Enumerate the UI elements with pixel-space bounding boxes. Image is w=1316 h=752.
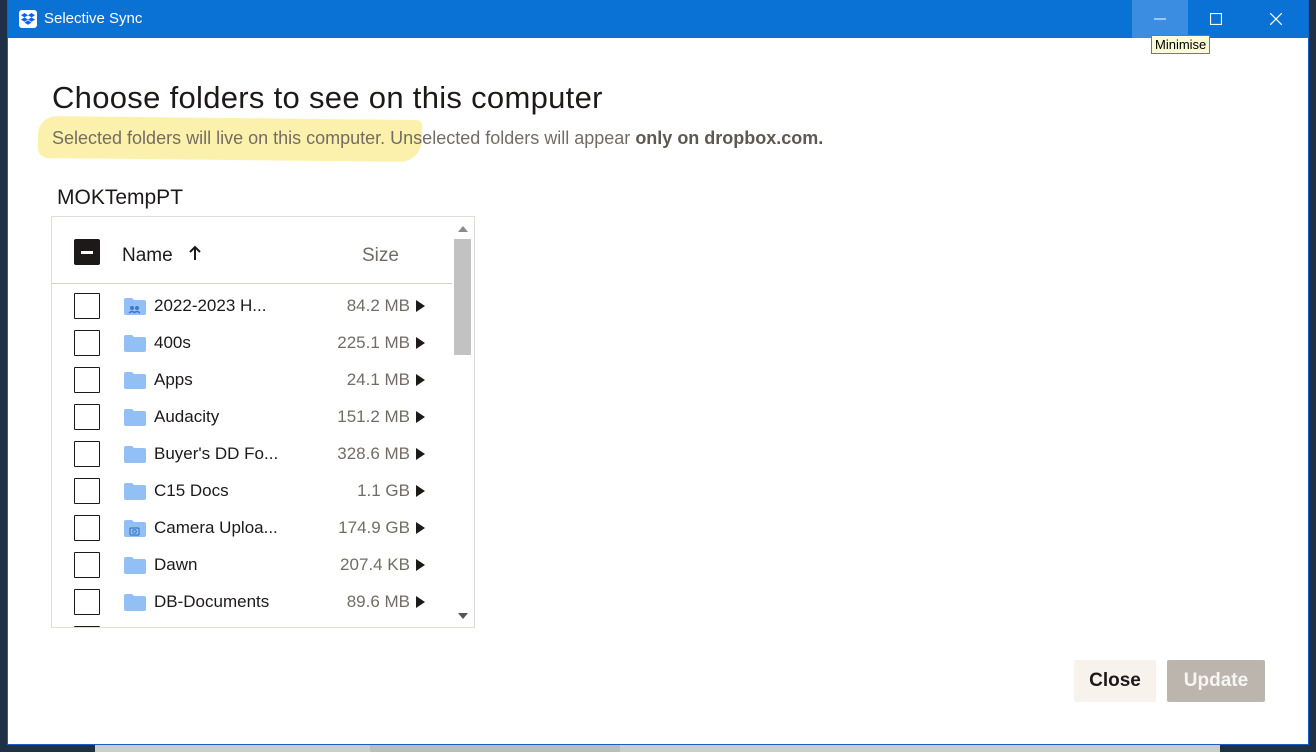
table-row[interactable]: Dawn 207.4 KB (52, 548, 452, 585)
close-button[interactable]: Close (1074, 660, 1156, 702)
scroll-down-arrow-icon[interactable] (458, 613, 468, 619)
folder-icon (124, 372, 146, 394)
table-row[interactable]: C15 Docs 1.1 GB (52, 474, 452, 511)
table-row[interactable]: Audacity 151.2 MB (52, 400, 452, 437)
close-window-button[interactable] (1248, 0, 1304, 38)
scrollbar-thumb[interactable] (454, 239, 471, 355)
folder-name: Apps (154, 370, 193, 389)
folder-size: 328.6 MB (337, 444, 410, 463)
minimize-button[interactable] (1132, 0, 1188, 38)
folder-size: 89.6 MB (346, 592, 410, 611)
folder-name: 400s (154, 333, 191, 352)
folder-name: Dawn (154, 555, 198, 574)
folder-icon (124, 594, 146, 616)
camera-folder-icon (124, 520, 146, 542)
name-column-header[interactable]: Name (122, 245, 173, 267)
folder-size: 225.1 MB (337, 333, 410, 352)
window-title: Selective Sync (44, 10, 143, 27)
table-row[interactable]: Camera Uploa... 174.9 GB (52, 511, 452, 548)
dropbox-icon (19, 10, 37, 28)
scrollbar[interactable] (452, 217, 473, 627)
folder-icon (124, 409, 146, 431)
page-title: Choose folders to see on this computer (52, 80, 603, 115)
title-bar[interactable]: Selective Sync (8, 0, 1308, 38)
folder-checkbox[interactable] (74, 478, 100, 504)
minimize-icon (1154, 18, 1166, 20)
table-header: Name Size (52, 217, 452, 284)
folder-icon (124, 557, 146, 579)
maximize-icon (1210, 13, 1222, 25)
subtitle-unselected-text: Unselected folders will appear (385, 128, 636, 148)
folder-size: 24.1 MB (346, 370, 410, 389)
folder-table: Name Size 2022-2023 H... 84.2 MB 400s 225.1… (51, 216, 475, 628)
table-row[interactable]: 400s 225.1 MB (52, 326, 452, 363)
folder-icon (124, 483, 146, 505)
close-icon (1270, 13, 1282, 25)
folder-name: Buyer's DD Fo... (154, 444, 279, 463)
folder-size: 207.4 KB (340, 555, 410, 574)
table-row[interactable]: Apps 24.1 MB (52, 363, 452, 400)
expand-arrow-icon[interactable] (416, 596, 425, 608)
selective-sync-window: Selective Sync Minimise Choose folders t… (8, 0, 1308, 744)
expand-arrow-icon[interactable] (416, 485, 425, 497)
select-all-checkbox[interactable] (74, 239, 100, 265)
folder-checkbox[interactable] (74, 515, 100, 541)
table-row[interactable]: 2022-2023 H... 84.2 MB (52, 289, 452, 326)
folder-checkbox[interactable] (74, 441, 100, 467)
expand-arrow-icon[interactable] (416, 559, 425, 571)
table-row[interactable]: DB-Documents 89.6 MB (52, 585, 452, 622)
folder-icon (124, 446, 146, 468)
folder-name: C15 Docs (154, 481, 229, 500)
folder-size: 151.2 MB (337, 407, 410, 426)
folder-checkbox[interactable] (74, 367, 100, 393)
shared-folder-icon (124, 298, 146, 320)
update-button[interactable]: Update (1167, 660, 1265, 702)
folder-name: DB-Documents (154, 592, 270, 611)
folder-size: 1.1 GB (357, 481, 410, 500)
maximize-button[interactable] (1188, 0, 1244, 38)
folder-name: Camera Uploa... (154, 518, 278, 537)
folder-checkbox[interactable] (74, 404, 100, 430)
expand-arrow-icon[interactable] (416, 374, 425, 386)
sort-ascending-icon[interactable] (188, 245, 202, 266)
expand-arrow-icon[interactable] (416, 300, 425, 312)
size-column-header[interactable]: Size (362, 245, 399, 267)
folder-checkbox[interactable] (74, 552, 100, 578)
scroll-up-arrow-icon[interactable] (458, 226, 468, 232)
folder-name: Audacity (154, 407, 220, 426)
account-name: MOKTempPT (57, 186, 184, 209)
minimise-tooltip: Minimise (1151, 35, 1211, 54)
table-row[interactable]: Buyer's DD Fo... 328.6 MB (52, 437, 452, 474)
expand-arrow-icon[interactable] (416, 448, 425, 460)
expand-arrow-icon[interactable] (416, 522, 425, 534)
page-subtitle: Selected folders will live on this compu… (52, 128, 823, 149)
folder-checkbox[interactable] (74, 330, 100, 356)
folder-size: 84.2 MB (346, 296, 410, 315)
subtitle-selected-text: Selected folders will live on this compu… (52, 128, 386, 148)
folder-name: 2022-2023 H... (154, 296, 267, 315)
expand-arrow-icon[interactable] (416, 337, 425, 349)
table-row-partial[interactable] (52, 622, 452, 627)
folder-checkbox[interactable] (74, 626, 100, 627)
folder-checkbox[interactable] (74, 589, 100, 615)
expand-arrow-icon[interactable] (416, 411, 425, 423)
folder-checkbox[interactable] (74, 293, 100, 319)
subtitle-bold-text: only on dropbox.com. (635, 128, 824, 148)
folder-icon (124, 335, 146, 357)
folder-size: 174.9 GB (338, 518, 410, 537)
